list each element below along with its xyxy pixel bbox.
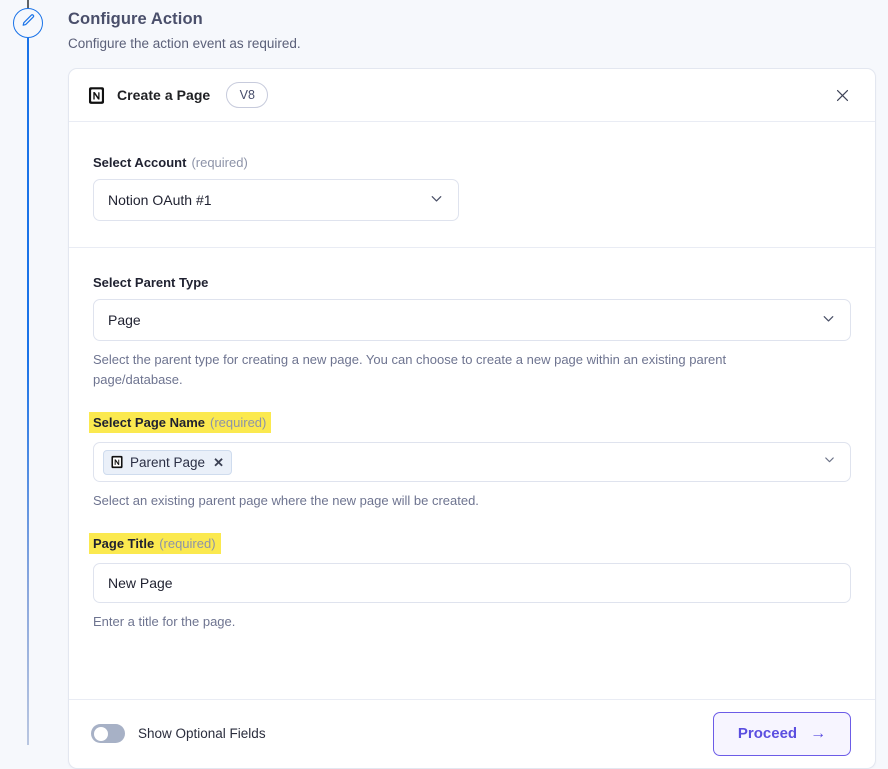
selected-chips: Parent Page ✕	[103, 449, 814, 475]
select-page-name-help: Select an existing parent page where the…	[93, 493, 479, 509]
select-account-label-text: Select Account	[93, 155, 187, 170]
toggle-knob	[93, 726, 108, 741]
version-badge: V8	[226, 82, 269, 108]
page-heading: Configure Action Configure the action ev…	[68, 10, 568, 51]
notion-icon	[110, 455, 124, 469]
pencil-icon	[21, 13, 36, 33]
action-fields-section: Select Parent Type Page Select the paren…	[69, 248, 875, 700]
show-optional-fields-toggle[interactable]	[91, 724, 125, 744]
x-icon[interactable]: ✕	[213, 456, 224, 469]
page-subtitle: Configure the action event as required.	[68, 36, 301, 51]
select-page-name-required: (required)	[210, 415, 267, 431]
show-optional-fields-label: Show Optional Fields	[138, 726, 266, 742]
select-parent-type-label: Select Parent Type	[93, 275, 209, 290]
select-account-label: Select Account (required)	[93, 155, 248, 170]
select-page-name-multiselect[interactable]: Parent Page ✕	[93, 442, 851, 483]
workflow-rail	[0, 0, 56, 745]
card-footer: Show Optional Fields Proceed →	[69, 700, 875, 768]
page-title-input[interactable]	[93, 563, 851, 604]
connector-line	[27, 38, 29, 745]
proceed-button[interactable]: Proceed →	[713, 711, 851, 756]
configure-action-card: Create a Page V8 Select Account (required…	[68, 68, 876, 769]
select-parent-type-help: Select the parent type for creating a ne…	[93, 352, 727, 388]
chevron-down-icon	[428, 190, 445, 210]
select-account-section: Select Account (required) Notion OAuth #1	[69, 122, 875, 248]
select-account-dropdown[interactable]: Notion OAuth #1	[93, 179, 459, 221]
card-header: Create a Page V8	[69, 69, 875, 122]
chevron-down-icon	[820, 310, 837, 330]
page-title: Configure Action	[68, 10, 203, 28]
selected-page-chip[interactable]: Parent Page ✕	[103, 449, 232, 475]
select-page-name-label-text: Select Page Name	[93, 415, 206, 431]
select-parent-type-dropdown[interactable]: Page	[93, 299, 851, 341]
page-title-label-text: Page Title	[93, 536, 155, 552]
selected-page-chip-label: Parent Page	[130, 454, 206, 470]
page-title-required: (required)	[159, 536, 216, 552]
page-title-help: Enter a title for the page.	[93, 614, 236, 630]
page-title-label: Page Title (required)	[89, 533, 221, 555]
select-account-value: Notion OAuth #1	[108, 192, 212, 208]
notion-icon	[87, 86, 106, 105]
select-account-required: (required)	[191, 155, 248, 170]
arrow-right-icon: →	[810, 724, 827, 742]
select-parent-type-value: Page	[108, 312, 141, 328]
select-page-name-label: Select Page Name (required)	[89, 412, 272, 434]
select-page-name-group: Select Page Name(required) Parent Page	[89, 412, 851, 511]
close-icon[interactable]	[829, 82, 855, 108]
page-title-group: Page Title(required) Enter a title for t…	[89, 533, 851, 632]
card-title: Create a Page	[117, 87, 211, 103]
select-parent-type-group: Select Parent Type Page Select the paren…	[93, 274, 851, 390]
proceed-button-label: Proceed	[737, 725, 798, 743]
edit-step-node[interactable]	[13, 8, 43, 38]
chevron-down-icon	[822, 452, 837, 472]
